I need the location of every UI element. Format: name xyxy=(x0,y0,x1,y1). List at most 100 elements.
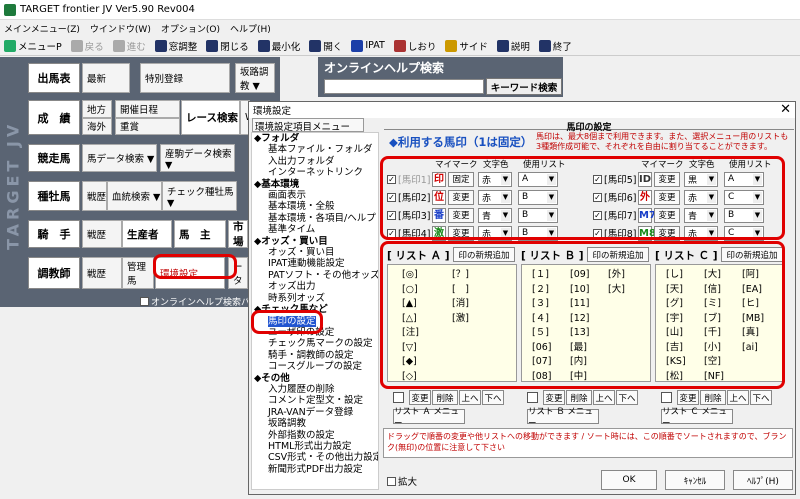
main-row-0-button[interactable]: 出馬表 xyxy=(28,63,80,93)
tree-item-26[interactable]: 外部指数の設定 xyxy=(252,430,378,441)
tree-item-21[interactable]: ◆その他 xyxy=(252,373,378,384)
tree-item-24[interactable]: JRA-VANデータ登録 xyxy=(252,407,378,418)
expand-checkbox[interactable] xyxy=(387,476,396,486)
tree-item-5[interactable]: 画面表示 xyxy=(252,190,378,201)
main-row-3-item-0[interactable]: 戦歴 xyxy=(82,181,107,211)
tree-item-8[interactable]: 基準タイム xyxy=(252,224,378,235)
ok-button[interactable]: OK xyxy=(601,470,657,490)
toolbar-button-0[interactable]: メニューP xyxy=(4,39,62,53)
tree-item-28[interactable]: CSV形式・その他出力設定 xyxy=(252,452,378,463)
tree-item-4[interactable]: ◆基本環境 xyxy=(252,179,378,190)
list-2-option-checkbox[interactable] xyxy=(661,392,672,403)
list-1-menu-button[interactable]: リスト Ｂ メニュー xyxy=(527,407,599,429)
tree-item-22[interactable]: 入力履歴の削除 xyxy=(252,384,378,395)
main-row-2-item-0[interactable]: 馬データ検索 ▼ xyxy=(82,144,157,172)
tree-item-7[interactable]: 基本環境・各項目/ヘルプ xyxy=(252,213,378,224)
main-row-1-item-4[interactable]: レース検索 xyxy=(181,100,240,135)
main-row-0-item-1[interactable]: 特別登録 xyxy=(140,63,230,93)
tree-item-6[interactable]: 基本環境・全般 xyxy=(252,201,378,212)
toolbar-button-8[interactable]: しおり xyxy=(393,39,436,53)
drag-note: ドラッグで順番の変更や他リストへの移動ができます / ソート時には、この順番でソ… xyxy=(383,428,793,458)
tree-item-18[interactable]: チェック馬マークの設定 xyxy=(252,338,378,349)
main-row-1-item-1[interactable]: 開催日程 xyxy=(115,100,180,118)
list-2-menu-button[interactable]: リスト Ｃ メニュー xyxy=(661,407,733,429)
menu-item-0[interactable]: メインメニュー(Z) xyxy=(4,22,80,35)
tree-item-2[interactable]: 入出力フォルダ xyxy=(252,156,378,167)
toolbar-button-9[interactable]: サイド xyxy=(445,39,488,53)
close-icon[interactable]: ✕ xyxy=(780,102,791,117)
toolbar-button-5[interactable]: 最小化 xyxy=(257,39,301,53)
help-button[interactable]: ﾍﾙﾌﾟ(H) xyxy=(733,470,793,490)
tree-item-11[interactable]: IPAT連動機能設定 xyxy=(252,258,378,269)
main-row-0-item-0[interactable]: 最新 xyxy=(82,63,130,93)
tree-item-13[interactable]: オッズ出力 xyxy=(252,281,378,292)
toolbar-button-7[interactable]: IPAT xyxy=(351,39,385,52)
list-2-btn-3[interactable]: 下へ xyxy=(750,390,772,405)
tree-item-29[interactable]: 新聞形式PDF出力設定 xyxy=(252,464,378,475)
main-row-5-item-1[interactable]: 管理馬 xyxy=(122,257,154,289)
tree-item-3[interactable]: インターネットリンク xyxy=(252,167,378,178)
main-row-4-item-2[interactable]: 馬 主 xyxy=(174,220,226,248)
online-help-select[interactable] xyxy=(324,79,484,94)
tree-item-0[interactable]: ◆フォルダ xyxy=(252,133,378,144)
toolbar-button-4[interactable]: 閉じる xyxy=(206,39,249,53)
tree-item-9[interactable]: ◆オッズ・買い目 xyxy=(252,236,378,247)
list-0-btn-3[interactable]: 下へ xyxy=(482,390,504,405)
expand-label: 拡大 xyxy=(398,477,418,488)
tree-item-12[interactable]: PATソフト・その他オッズ xyxy=(252,270,378,281)
tree-item-25[interactable]: 坂路調教 xyxy=(252,418,378,429)
list-1-option-checkbox[interactable] xyxy=(527,392,538,403)
list-2-btn-0[interactable]: 変更 xyxy=(677,390,699,405)
main-row-1-item-0[interactable]: 地方 xyxy=(82,100,112,118)
list-1-btn-2[interactable]: 上へ xyxy=(593,390,615,405)
list-0-btn-1[interactable]: 削除 xyxy=(432,390,458,405)
list-1-btn-1[interactable]: 削除 xyxy=(566,390,592,405)
online-help-checkbox[interactable] xyxy=(140,297,149,306)
list-0-btn-0[interactable]: 変更 xyxy=(409,390,431,405)
tree-item-20[interactable]: コースグループの設定 xyxy=(252,361,378,372)
main-row-4-item-1[interactable]: 生産者 xyxy=(122,220,172,248)
open-icon xyxy=(309,39,322,52)
toolbar-button-10[interactable]: 説明 xyxy=(496,39,530,53)
keyword-search-button[interactable]: キーワード検索 xyxy=(486,78,562,95)
toolbar-button-11[interactable]: 終了 xyxy=(538,39,572,53)
toolbar-button-2: 進む xyxy=(112,39,146,53)
list-2-btn-1[interactable]: 削除 xyxy=(700,390,726,405)
cancel-button[interactable]: ｷｬﾝｾﾙ xyxy=(665,470,725,490)
main-row-1-button[interactable]: 成 績 xyxy=(28,100,80,135)
list-0-menu-button[interactable]: リスト Ａ メニュー xyxy=(393,407,465,429)
main-row-4-button[interactable]: 騎 手 xyxy=(28,220,80,248)
toolbar-button-6[interactable]: 開く xyxy=(309,39,342,53)
main-row-3-button[interactable]: 種牡馬 xyxy=(28,181,80,211)
menu-item-2[interactable]: オプション(O) xyxy=(161,22,220,35)
main-row-3-item-2[interactable]: チェック種牡馬 ▼ xyxy=(162,181,237,211)
main-row-4-item-3[interactable]: 市場 xyxy=(228,220,248,248)
menu-item-1[interactable]: ウインドウ(W) xyxy=(90,22,151,35)
list-1-btn-3[interactable]: 下へ xyxy=(616,390,638,405)
main-row-1-item-3[interactable]: 重賞 xyxy=(115,117,180,135)
main-row-3-item-1[interactable]: 血統検索 ▼ xyxy=(107,181,162,211)
dialog-title-bar: 環境設定 xyxy=(249,102,795,118)
expand-option[interactable]: 拡大 xyxy=(387,474,417,488)
tree-item-14[interactable]: 時系列オッズ xyxy=(252,293,378,304)
main-row-0-item-2[interactable]: 坂路調教 ▼ xyxy=(235,63,275,93)
tree-item-23[interactable]: コメント定型文・設定 xyxy=(252,395,378,406)
list-2-btn-2[interactable]: 上へ xyxy=(727,390,749,405)
main-row-5-button[interactable]: 調教師 xyxy=(28,257,80,289)
menu-item-3[interactable]: ヘルプ(H) xyxy=(230,22,271,35)
main-row-2-item-1[interactable]: 産駒データ検索 ▼ xyxy=(160,144,235,172)
tree-item-19[interactable]: 騎手・調教師の設定 xyxy=(252,350,378,361)
tree-item-27[interactable]: HTML形式出力設定 xyxy=(252,441,378,452)
list-1-btn-0[interactable]: 変更 xyxy=(543,390,565,405)
toolbar-label-5: 最小化 xyxy=(271,41,301,53)
main-row-4-item-0[interactable]: 戦歴 xyxy=(82,220,122,248)
main-row-1-item-2[interactable]: 海外 xyxy=(82,117,112,135)
list-0-btn-2[interactable]: 上へ xyxy=(459,390,481,405)
list-0-option-checkbox[interactable] xyxy=(393,392,404,403)
main-row-5-item-0[interactable]: 戦歴 xyxy=(82,257,122,289)
tree-item-10[interactable]: オッズ・買い目 xyxy=(252,247,378,258)
tree-item-1[interactable]: 基本ファイル・フォルダ xyxy=(252,144,378,155)
main-row-2-button[interactable]: 競走馬 xyxy=(28,144,80,172)
toolbar-label-3: 窓調整 xyxy=(168,41,198,53)
toolbar-button-3[interactable]: 窓調整 xyxy=(154,39,198,53)
